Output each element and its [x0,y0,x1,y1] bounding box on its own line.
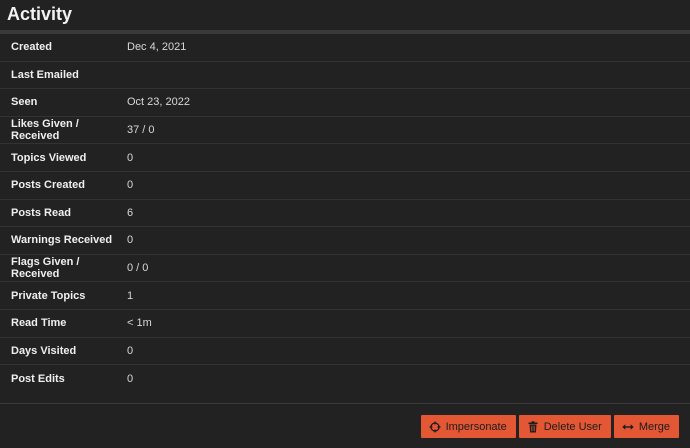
row-label: Read Time [11,317,67,330]
row-value: 0 [127,151,134,164]
activity-row-likes: Likes Given / Received 37 / 0 [0,117,690,145]
activity-row-posts-read: Posts Read 6 [0,200,690,228]
row-value: < 1m [127,317,152,330]
delete-user-label: Delete User [543,420,602,433]
admin-actions: Impersonate Delete User Merge [420,415,679,438]
row-label: Posts Read [11,206,71,219]
row-value: 0 [127,344,134,357]
row-value: 37 / 0 [127,124,155,137]
activity-row-flags: Flags Given / Received 0 / 0 [0,255,690,283]
arrows-left-right-icon [622,421,634,433]
delete-user-button[interactable]: Delete User [518,415,611,438]
activity-list: Created Dec 4, 2021 Last Emailed Seen Oc… [0,34,690,393]
impersonate-label: Impersonate [445,420,507,433]
activity-row-read-time: Read Time < 1m [0,310,690,338]
user-activity-panel: Activity Created Dec 4, 2021 Last Emaile… [0,0,690,448]
row-label: Days Visited [11,344,77,357]
activity-row-warnings: Warnings Received 0 [0,227,690,255]
row-label: Post Edits [11,372,65,385]
merge-label: Merge [638,420,670,433]
activity-row-days-visited: Days Visited 0 [0,338,690,366]
row-label: Topics Viewed [11,151,87,164]
row-label: Likes Given / Received [11,118,79,143]
activity-row-seen: Seen Oct 23, 2022 [0,89,690,117]
row-value: 0 [127,234,134,247]
activity-row-posts-created: Posts Created 0 [0,172,690,200]
row-label: Seen [11,96,38,109]
trash-icon [527,420,539,433]
activity-row-last-emailed: Last Emailed [0,62,690,90]
actions-divider [0,403,690,404]
row-label: Posts Created [11,179,85,192]
activity-row-post-edits: Post Edits 0 [0,365,690,393]
row-label: Flags Given / Received [11,256,80,281]
row-label: Warnings Received [11,234,113,247]
row-label: Last Emailed [11,68,79,81]
row-value: Oct 23, 2022 [127,96,190,109]
impersonate-button[interactable]: Impersonate [420,415,516,438]
merge-button[interactable]: Merge [613,415,679,438]
row-value: 0 [127,372,134,385]
row-value: 1 [127,289,134,302]
activity-row-private-topics: Private Topics 1 [0,282,690,310]
page-title: Activity [7,4,73,24]
row-label: Created [11,41,52,54]
crosshairs-icon [429,421,441,433]
row-value: Dec 4, 2021 [127,41,187,54]
row-value: 6 [127,206,134,219]
section-header: Activity [0,0,690,30]
row-label: Private Topics [11,289,86,302]
row-value: 0 [127,179,134,192]
row-value: 0 / 0 [127,262,149,275]
activity-row-created: Created Dec 4, 2021 [0,34,690,62]
activity-row-topics-viewed: Topics Viewed 0 [0,144,690,172]
